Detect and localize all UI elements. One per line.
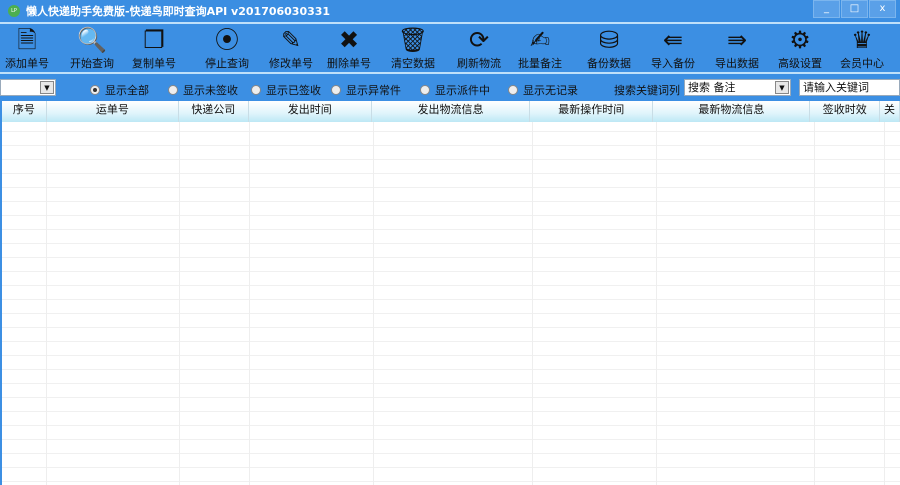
chevron-down-icon[interactable]: ▼ bbox=[775, 81, 789, 94]
toolbar-button-14[interactable]: ♛ 会员中心 bbox=[832, 25, 892, 71]
column-header[interactable]: 运单号 bbox=[47, 101, 180, 122]
toolbar-button-5[interactable]: ✎ 修改单号 bbox=[261, 25, 321, 71]
toolbar-button-1[interactable]: 🗎 添加单号 bbox=[0, 25, 57, 71]
toolbar-button-label: 修改单号 bbox=[269, 57, 313, 70]
radio-icon[interactable] bbox=[251, 85, 261, 95]
minimize-button[interactable]: _ bbox=[813, 0, 840, 18]
radio-icon[interactable] bbox=[420, 85, 430, 95]
window-title: 懒人快递助手免费版-快递鸟即时查询API v201706030331 bbox=[26, 5, 331, 18]
crown-icon: ♛ bbox=[851, 26, 873, 54]
toolbar-button-2[interactable]: 🔍 开始查询 bbox=[62, 25, 122, 71]
radio-icon[interactable] bbox=[508, 85, 518, 95]
trash-icon: 🗑 bbox=[397, 26, 429, 54]
toolbar-button-11[interactable]: ⇚ 导入备份 bbox=[643, 25, 703, 71]
toolbar-button-13[interactable]: ⚙ 高级设置 bbox=[770, 25, 830, 71]
database-backup-icon: ⛁ bbox=[598, 26, 620, 54]
stop-icon: ⦿ bbox=[215, 26, 239, 54]
column-divider bbox=[656, 122, 657, 485]
column-divider bbox=[373, 122, 374, 485]
toolbar-button-label: 导入备份 bbox=[651, 57, 695, 70]
toolbar-button-label: 高级设置 bbox=[778, 57, 822, 70]
keyword-input[interactable]: 请输入关键词 bbox=[799, 79, 900, 96]
toolbar-button-label: 会员中心 bbox=[840, 57, 884, 70]
toolbar-button-label: 备份数据 bbox=[587, 57, 631, 70]
toolbar-button-9[interactable]: ✍ 批量备注 bbox=[510, 25, 570, 71]
gear-icon: ⚙ bbox=[789, 26, 811, 54]
toolbar-button-label: 清空数据 bbox=[391, 57, 435, 70]
column-divider bbox=[814, 122, 815, 485]
column-header[interactable]: 发出时间 bbox=[249, 101, 372, 122]
column-header[interactable]: 最新操作时间 bbox=[530, 101, 654, 122]
results-table[interactable]: 序号 运单号 快递公司 发出时间 发出物流信息 最新操作时间 最新物流信息 签收时效关 bbox=[2, 101, 900, 485]
radio-icon[interactable] bbox=[331, 85, 341, 95]
toolbar-button-6[interactable]: ✖ 删除单号 bbox=[319, 25, 379, 71]
note-edit-icon: ✍ bbox=[529, 26, 551, 54]
filter-combo[interactable]: ▼ bbox=[0, 79, 56, 96]
filter-radio-4[interactable]: 显示异常件 bbox=[331, 82, 401, 98]
column-divider bbox=[884, 122, 885, 485]
column-header[interactable]: 快递公司 bbox=[179, 101, 249, 122]
refresh-icon: ⟳ bbox=[468, 26, 490, 54]
column-header[interactable]: 序号 bbox=[2, 101, 47, 122]
table-header: 序号 运单号 快递公司 发出时间 发出物流信息 最新操作时间 最新物流信息 签收时效关 bbox=[2, 101, 900, 122]
filter-bar: ▼ 搜索关键词列 搜索 备注 ▼ 请输入关键词 显示全部 显示未签收 显示已签收 显示异… bbox=[0, 77, 900, 99]
import-icon: ⇚ bbox=[662, 26, 684, 54]
toolbar-button-label: 开始查询 bbox=[70, 57, 114, 70]
column-divider bbox=[46, 122, 47, 485]
filter-radio-3[interactable]: 显示已签收 bbox=[251, 82, 321, 98]
toolbar-button-7[interactable]: 🗑 清空数据 bbox=[383, 25, 443, 71]
toolbar: 🗎 添加单号 🔍 开始查询 ❐ 复制单号 ⦿ 停止查询 ✎ 修改单号 ✖ 删除单号 🗑 清空数据 ⟳ 刷新物流… bbox=[0, 25, 900, 71]
excel-export-icon: ⇛ bbox=[726, 26, 748, 54]
column-divider bbox=[249, 122, 250, 485]
delete-icon: ✖ bbox=[338, 26, 360, 54]
column-header[interactable]: 最新物流信息 bbox=[653, 101, 811, 122]
search-icon: 🔍 bbox=[77, 26, 107, 54]
toolbar-button-label: 停止查询 bbox=[205, 57, 249, 70]
divider bbox=[0, 22, 900, 24]
toolbar-button-8[interactable]: ⟳ 刷新物流 bbox=[449, 25, 509, 71]
filter-radio-6[interactable]: 显示无记录 bbox=[508, 82, 578, 98]
filter-radio-1[interactable]: 显示全部 bbox=[90, 82, 149, 98]
column-header[interactable]: 关 bbox=[880, 101, 900, 122]
title-bar: LP 懒人快递助手免费版-快递鸟即时查询API v201706030331 _ … bbox=[0, 0, 900, 22]
close-button[interactable]: x bbox=[869, 0, 896, 18]
chevron-down-icon[interactable]: ▼ bbox=[40, 81, 54, 94]
toolbar-button-3[interactable]: ❐ 复制单号 bbox=[124, 25, 184, 71]
toolbar-button-label: 刷新物流 bbox=[457, 57, 501, 70]
divider bbox=[0, 72, 900, 74]
search-column-label: 搜索关键词列 bbox=[614, 84, 680, 97]
filter-radio-2[interactable]: 显示未签收 bbox=[168, 82, 238, 98]
search-column-select[interactable]: 搜索 备注 ▼ bbox=[684, 79, 791, 96]
add-document-icon: 🗎 bbox=[17, 26, 37, 54]
toolbar-button-label: 添加单号 bbox=[5, 57, 49, 70]
column-header[interactable]: 签收时效 bbox=[810, 101, 881, 122]
filter-radio-5[interactable]: 显示派件中 bbox=[420, 82, 490, 98]
toolbar-button-4[interactable]: ⦿ 停止查询 bbox=[197, 25, 257, 71]
column-header[interactable]: 发出物流信息 bbox=[372, 101, 531, 122]
radio-icon[interactable] bbox=[168, 85, 178, 95]
pencil-icon: ✎ bbox=[280, 26, 302, 54]
copy-icon: ❐ bbox=[143, 26, 165, 54]
toolbar-button-12[interactable]: ⇛ 导出数据 bbox=[707, 25, 767, 71]
radio-icon[interactable] bbox=[90, 85, 100, 95]
toolbar-button-label: 删除单号 bbox=[327, 57, 371, 70]
column-divider bbox=[179, 122, 180, 485]
toolbar-button-label: 复制单号 bbox=[132, 57, 176, 70]
toolbar-button-label: 批量备注 bbox=[518, 57, 562, 70]
toolbar-button-10[interactable]: ⛁ 备份数据 bbox=[579, 25, 639, 71]
toolbar-button-label: 导出数据 bbox=[715, 57, 759, 70]
app-icon: LP bbox=[8, 5, 20, 17]
maximize-button[interactable]: □ bbox=[841, 0, 868, 18]
column-divider bbox=[532, 122, 533, 485]
